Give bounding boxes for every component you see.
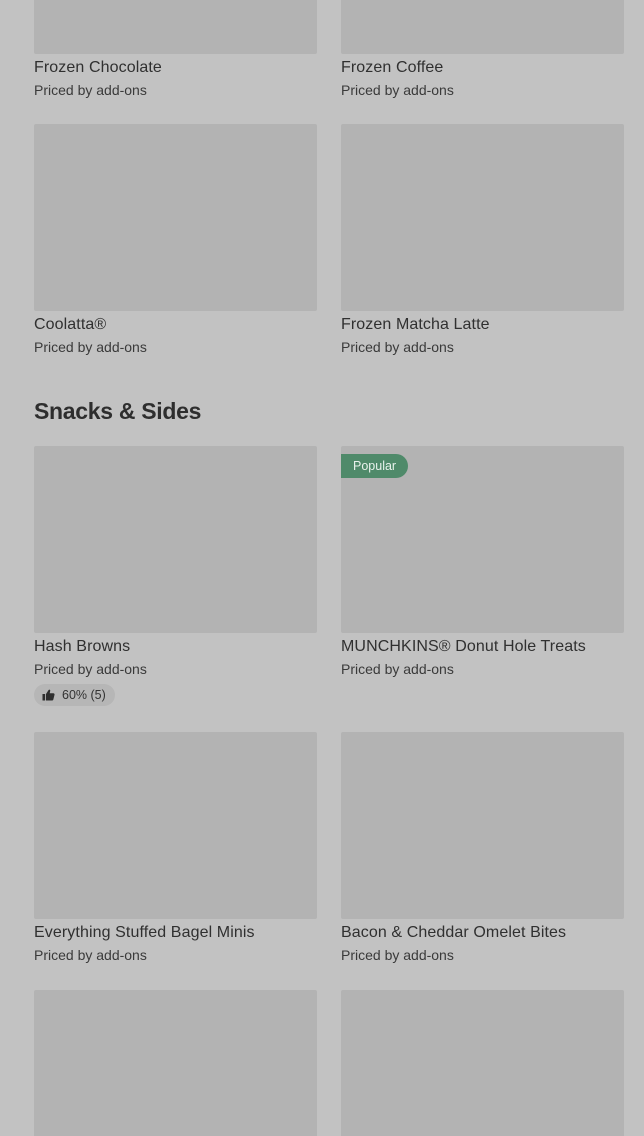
item-image[interactable]: [34, 124, 317, 311]
item-image[interactable]: [34, 0, 317, 54]
menu-item-card[interactable]: Frozen Matcha Latte Priced by add-ons: [341, 124, 624, 356]
item-price: Priced by add-ons: [341, 661, 454, 677]
item-name: MUNCHKINS® Donut Hole Treats: [341, 638, 586, 655]
item-price: Priced by add-ons: [341, 82, 454, 98]
menu-item-card[interactable]: Frozen Chocolate Priced by add-ons: [34, 0, 317, 99]
menu-item-card[interactable]: Hash Browns Priced by add-ons 60% (5): [34, 446, 317, 706]
menu-item-card[interactable]: [341, 990, 624, 1136]
item-image[interactable]: [341, 990, 624, 1136]
menu-row: [34, 990, 624, 1136]
item-price: Priced by add-ons: [34, 661, 147, 677]
section-title: Snacks & Sides: [34, 398, 202, 424]
item-price: Priced by add-ons: [341, 947, 454, 963]
item-image[interactable]: [341, 732, 624, 919]
item-name: Frozen Coffee: [341, 59, 444, 76]
item-image[interactable]: Popular: [341, 446, 624, 633]
popular-badge: Popular: [341, 454, 409, 478]
menu-row: Hash Browns Priced by add-ons 60% (5) Po…: [34, 446, 624, 706]
item-name: Frozen Matcha Latte: [341, 316, 490, 333]
item-name: Coolatta®: [34, 316, 107, 333]
item-name: Frozen Chocolate: [34, 59, 162, 76]
item-name: Bacon & Cheddar Omelet Bites: [341, 924, 567, 941]
item-price: Priced by add-ons: [341, 339, 454, 355]
menu-item-card[interactable]: Bacon & Cheddar Omelet Bites Priced by a…: [341, 732, 624, 964]
menu-item-card[interactable]: Everything Stuffed Bagel Minis Priced by…: [34, 732, 317, 964]
item-price: Priced by add-ons: [34, 339, 147, 355]
menu-item-card[interactable]: Coolatta® Priced by add-ons: [34, 124, 317, 356]
item-name: Everything Stuffed Bagel Minis: [34, 924, 255, 941]
menu-row: Everything Stuffed Bagel Minis Priced by…: [34, 732, 624, 964]
menu-row: Frozen Chocolate Priced by add-ons Froze…: [34, 0, 624, 99]
rating-text: 60% (5): [62, 688, 106, 702]
item-image[interactable]: [341, 0, 624, 54]
menu-row: Coolatta® Priced by add-ons Frozen Match…: [34, 124, 624, 356]
menu-item-card[interactable]: Popular MUNCHKINS® Donut Hole Treats Pri…: [341, 446, 624, 706]
item-name: Hash Browns: [34, 638, 131, 655]
item-price: Priced by add-ons: [34, 947, 147, 963]
item-image[interactable]: [34, 732, 317, 919]
rating-pill: 60% (5): [34, 684, 115, 706]
menu-item-card[interactable]: [34, 990, 317, 1136]
menu-page: Frozen Chocolate Priced by add-ons Froze…: [0, 0, 644, 1136]
item-image[interactable]: [34, 990, 317, 1136]
thumbs-up-icon: [42, 689, 55, 701]
item-image[interactable]: [341, 124, 624, 311]
menu-item-card[interactable]: Frozen Coffee Priced by add-ons: [341, 0, 624, 99]
item-image[interactable]: [34, 446, 317, 633]
item-price: Priced by add-ons: [34, 82, 147, 98]
